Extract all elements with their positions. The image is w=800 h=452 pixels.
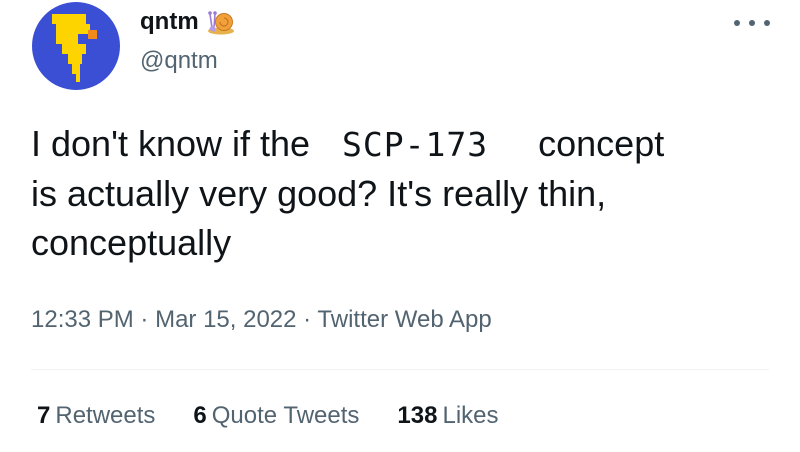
meta-separator: · — [303, 306, 312, 333]
tweet-date[interactable]: Mar 15, 2022 — [155, 306, 296, 333]
author-name-row: qntm — [140, 8, 237, 36]
quote-tweets-stat[interactable]: 6 Quote Tweets — [193, 402, 359, 430]
tweet-text: I don't know if the SCP-173 concept is act… — [31, 119, 781, 267]
likes-count: 138 — [397, 402, 438, 429]
divider — [31, 369, 769, 370]
scp-term: SCP-173 — [342, 125, 489, 164]
ellipsis-icon — [764, 20, 770, 26]
tweet-time[interactable]: 12:33 PM — [31, 306, 134, 333]
quotes-count: 6 — [193, 402, 207, 429]
tweet-text-before: I don't know if the — [31, 123, 311, 164]
tweet-line-1: I don't know if the SCP-173 concept — [31, 119, 781, 169]
retweets-count: 7 — [37, 402, 51, 429]
pixel-face-avatar-icon — [32, 2, 120, 90]
likes-stat[interactable]: 138 Likes — [397, 402, 498, 430]
retweets-stat[interactable]: 7 Retweets — [37, 402, 155, 430]
author-display-name[interactable]: qntm — [140, 8, 199, 36]
ellipsis-icon — [749, 20, 755, 26]
likes-label: Likes — [442, 402, 499, 429]
tweet-text-after-term: concept — [538, 123, 665, 164]
avatar[interactable] — [32, 2, 120, 90]
meta-separator: · — [140, 306, 149, 333]
tweet-metadata: 12:33 PM · Mar 15, 2022 · Twitter Web Ap… — [31, 306, 492, 334]
tweet-line-2: is actually very good? It's really thin, — [31, 173, 607, 214]
more-options-button[interactable] — [734, 14, 770, 32]
quotes-label: Quote Tweets — [211, 402, 360, 429]
ellipsis-icon — [734, 20, 740, 26]
author-handle[interactable]: @qntm — [140, 47, 218, 75]
snail-icon — [207, 11, 234, 35]
tweet-stats: 7 Retweets 6 Quote Tweets 138 Likes — [37, 402, 499, 430]
tweet-source[interactable]: Twitter Web App — [317, 306, 491, 333]
retweets-label: Retweets — [55, 402, 156, 429]
tweet-line-3: conceptually — [31, 222, 232, 263]
